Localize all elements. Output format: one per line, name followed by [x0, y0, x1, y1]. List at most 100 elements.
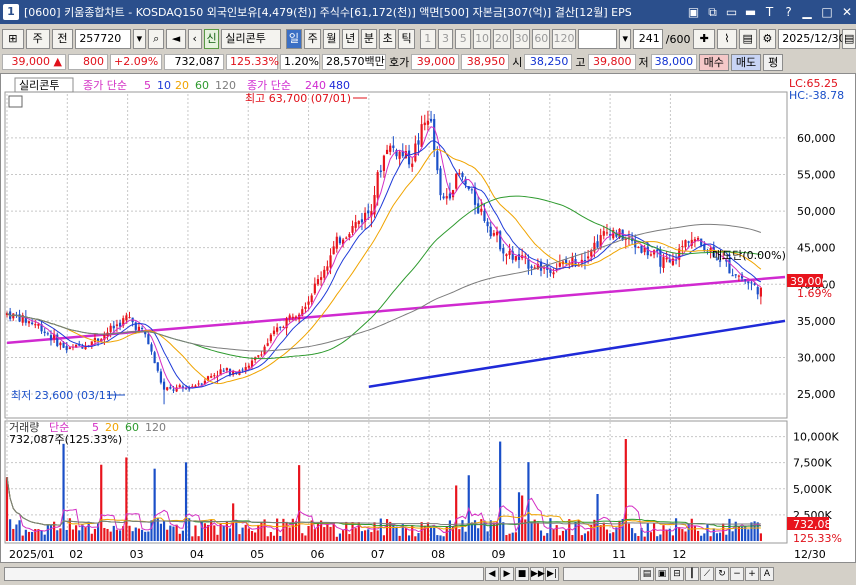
scroll-track[interactable] [4, 567, 484, 581]
candle-body [291, 316, 294, 318]
period-week[interactable]: 주 [304, 29, 322, 49]
volume-bar [649, 532, 653, 541]
speaker-icon[interactable]: ◄ [166, 29, 186, 49]
chart-tools-icon[interactable]: ✚ [693, 29, 716, 49]
volume-bar [706, 523, 709, 541]
stop-icon[interactable]: ■ [515, 567, 529, 581]
interval-120[interactable]: 120 [552, 29, 576, 49]
end-icon[interactable]: ▶| [545, 567, 559, 581]
volume-bar [18, 520, 21, 541]
prev-stock-icon[interactable]: ‹ [187, 29, 202, 49]
maximize-button[interactable]: □ [818, 3, 836, 21]
restore-window-icon[interactable]: ▭ [724, 5, 739, 19]
zoom-in-icon[interactable]: + [745, 567, 759, 581]
menu-icon[interactable]: ⊞ [2, 29, 24, 49]
high-price: 39,800 [587, 54, 636, 70]
interval-1[interactable]: 1 [419, 29, 436, 49]
stock-name-field[interactable]: 실리콘투 [221, 29, 281, 49]
price-volume-chart[interactable]: 25,00030,00035,00040,00045,00050,00055,0… [1, 74, 855, 562]
zoom-slider[interactable] [563, 567, 639, 581]
volume-bar [140, 529, 144, 541]
scroll-right-icon[interactable]: ▶ [500, 567, 514, 581]
screen-icon[interactable]: ▬ [743, 5, 758, 19]
calendar-icon[interactable]: ▤ [842, 29, 856, 49]
print-icon[interactable]: ▤ [738, 29, 757, 49]
market-select[interactable]: 주 [25, 29, 50, 49]
date-input[interactable]: 2025/12/30 [778, 29, 846, 49]
candle-body [109, 325, 112, 332]
sell-button[interactable]: 매도 [730, 53, 762, 71]
line-type-icon[interactable]: ⟋ [700, 567, 714, 581]
help-icon[interactable]: ? [781, 5, 796, 19]
period-day[interactable]: 일 [285, 29, 303, 49]
interval-3[interactable]: 3 [437, 29, 454, 49]
text-icon[interactable]: T [762, 5, 777, 19]
zoom-out-icon[interactable]: − [730, 567, 744, 581]
candle-body [756, 287, 759, 295]
interval-dropdown-icon[interactable]: ▾ [619, 29, 632, 49]
candle-body [197, 383, 200, 385]
split-icon[interactable]: ⊟ [670, 567, 684, 581]
volume-bar [144, 531, 147, 541]
period-year[interactable]: 년 [341, 29, 359, 49]
volume-bar [395, 526, 398, 541]
chart-menu-icon[interactable] [8, 95, 23, 108]
count-input[interactable]: 241 [633, 29, 663, 49]
volume-bar [181, 530, 184, 541]
interval-30[interactable]: 30 [512, 29, 531, 49]
volume-bar [709, 536, 712, 541]
interval-60[interactable]: 60 [532, 29, 551, 49]
candle-body [272, 330, 276, 335]
legend-ma10: 10 [157, 79, 171, 92]
volume-bar [31, 531, 34, 541]
evaluate-button[interactable]: 평 [763, 53, 784, 71]
candle-body [316, 279, 320, 285]
bid-price: 38,950 [461, 54, 510, 70]
candle-body [385, 149, 389, 155]
scroll-left-icon[interactable]: ◀ [485, 567, 499, 581]
month-tick-label: 05 [250, 548, 264, 561]
period-tick[interactable]: 틱 [398, 29, 415, 49]
minimize-button[interactable]: ▁ [798, 3, 816, 21]
candle-body [681, 245, 684, 247]
layout-icon[interactable]: ▣ [655, 567, 669, 581]
chart-panel[interactable]: 25,00030,00035,00040,00045,00050,00055,0… [0, 73, 856, 563]
close-button[interactable]: ✕ [838, 3, 856, 21]
period-second[interactable]: 초 [379, 29, 397, 49]
period-month[interactable]: 월 [323, 29, 340, 49]
candle-body [150, 344, 153, 352]
jeon-button[interactable]: 전 [51, 29, 74, 49]
stock-code-input[interactable]: 257720 [75, 29, 131, 49]
zoom-chart-icon[interactable]: ▤ [640, 567, 654, 581]
candle-type-icon[interactable]: ┃ [685, 567, 699, 581]
interval-20[interactable]: 20 [492, 29, 511, 49]
candle-body [115, 324, 119, 326]
candle-body [159, 371, 163, 383]
search-icon[interactable]: ⌕ [148, 29, 165, 49]
copy-icon[interactable]: ⧉ [705, 5, 720, 19]
volume-bar [571, 535, 574, 541]
volume-tick-label: 10,000K [793, 431, 839, 444]
volume-bar [602, 522, 605, 541]
interval-5[interactable]: 5 [455, 29, 472, 49]
font-size-icon[interactable]: A [760, 567, 774, 581]
interval-custom-input[interactable] [577, 29, 618, 49]
volume-bar [627, 523, 631, 541]
candle-body [304, 306, 307, 309]
fast-forward-icon[interactable]: ▶▶ [530, 567, 545, 581]
period-minute[interactable]: 분 [360, 29, 378, 49]
volume-bar [693, 526, 697, 541]
volume-pct-tag: 125.33% [793, 532, 842, 545]
code-dropdown-icon[interactable]: ▾ [132, 29, 147, 49]
candle-body [338, 237, 342, 244]
volume-bar [115, 529, 119, 541]
buy-button[interactable]: 매수 [698, 53, 729, 71]
refresh-icon[interactable]: ↻ [715, 567, 729, 581]
candle-body [332, 246, 335, 255]
month-tick-label: 02 [69, 548, 83, 561]
indicator-icon[interactable]: ⌇ [717, 29, 737, 49]
settings-icon[interactable]: ⚙ [758, 29, 777, 49]
interval-10[interactable]: 10 [473, 29, 491, 49]
save-icon[interactable]: ▣ [686, 5, 701, 19]
volume-bar [429, 527, 433, 541]
